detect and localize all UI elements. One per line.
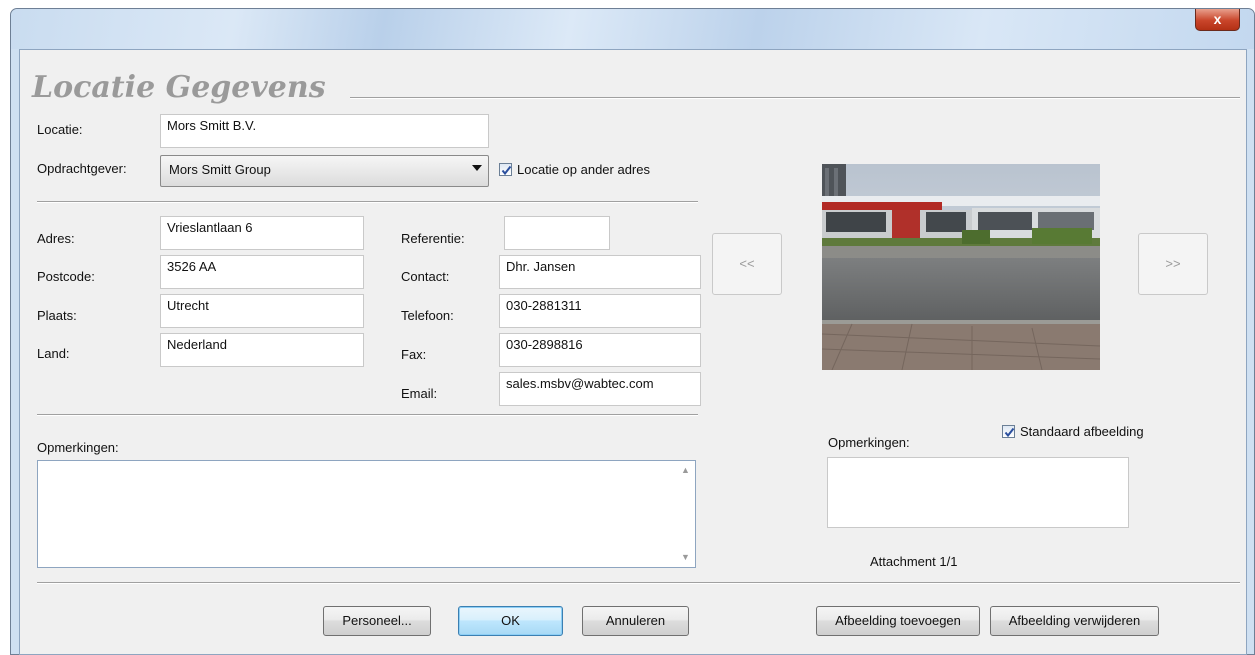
vertical-scrollbar[interactable]: ▲ ▼ — [677, 462, 694, 566]
title-bar: x — [11, 9, 1254, 49]
email-input[interactable]: sales.msbv@wabtec.com — [499, 372, 701, 406]
chevron-down-icon[interactable] — [472, 165, 482, 171]
fax-label: Fax: — [401, 347, 427, 362]
ok-button[interactable]: OK — [458, 606, 563, 636]
checkmark-icon — [1004, 427, 1015, 438]
postcode-label: Postcode: — [37, 269, 95, 284]
divider — [37, 414, 698, 416]
locatie-ander-adres-label: Locatie op ander adres — [517, 162, 650, 177]
checkbox-box[interactable] — [1002, 425, 1015, 438]
scroll-up-icon[interactable]: ▲ — [677, 462, 694, 479]
contact-input[interactable]: Dhr. Jansen — [499, 255, 701, 289]
email-label: Email: — [401, 386, 438, 401]
checkbox-box[interactable] — [499, 163, 512, 176]
previous-image-button[interactable]: << — [712, 233, 782, 295]
telefoon-label: Telefoon: — [401, 308, 454, 323]
checkmark-icon — [501, 165, 512, 176]
plaats-label: Plaats: — [37, 308, 77, 323]
dialog-client: Locatie Gegevens Locatie: Mors Smitt B.V… — [19, 49, 1247, 655]
page-title: Locatie Gegevens — [32, 70, 326, 105]
contact-label: Contact: — [401, 269, 450, 284]
footer-divider — [37, 582, 1240, 584]
plaats-input[interactable]: Utrecht — [160, 294, 364, 328]
opdrachtgever-label: Opdrachtgever: — [37, 161, 127, 176]
opmerkingen-label: Opmerkingen: — [37, 440, 119, 455]
land-label: Land: — [37, 346, 70, 361]
close-button[interactable]: x — [1195, 9, 1240, 31]
standaard-afbeelding-label: Standaard afbeelding — [1020, 424, 1144, 439]
postcode-input[interactable]: 3526 AA — [160, 255, 364, 289]
locatie-ander-adres-checkbox[interactable]: Locatie op ander adres — [499, 162, 650, 177]
telefoon-input[interactable]: 030-2881311 — [499, 294, 701, 328]
standaard-afbeelding-checkbox[interactable]: Standaard afbeelding — [1002, 424, 1144, 439]
adres-label: Adres: — [37, 231, 75, 246]
opmerkingen-textarea[interactable]: ▲ ▼ — [37, 460, 696, 568]
referentie-input[interactable] — [504, 216, 610, 250]
opdrachtgever-select[interactable]: Mors Smitt Group — [160, 155, 489, 187]
location-photo — [822, 164, 1100, 370]
locatie-label: Locatie: — [37, 122, 83, 137]
divider — [37, 201, 698, 203]
opdrachtgever-value: Mors Smitt Group — [169, 162, 271, 177]
title-divider — [350, 97, 1240, 99]
attachment-counter: Attachment 1/1 — [870, 554, 958, 569]
scroll-down-icon[interactable]: ▼ — [677, 549, 694, 566]
adres-input[interactable]: Vrieslantlaan 6 — [160, 216, 364, 250]
afbeelding-verwijderen-button[interactable]: Afbeelding verwijderen — [990, 606, 1159, 636]
dialog-window: x Locatie Gegevens Locatie: Mors Smitt B… — [10, 8, 1255, 655]
locatie-input[interactable]: Mors Smitt B.V. — [160, 114, 489, 148]
close-icon: x — [1213, 11, 1222, 27]
fax-input[interactable]: 030-2898816 — [499, 333, 701, 367]
next-image-button[interactable]: >> — [1138, 233, 1208, 295]
image-opmerkingen-label: Opmerkingen: — [828, 435, 910, 450]
building-photo-image — [822, 164, 1100, 370]
afbeelding-toevoegen-button[interactable]: Afbeelding toevoegen — [816, 606, 980, 636]
land-input[interactable]: Nederland — [160, 333, 364, 367]
referentie-label: Referentie: — [401, 231, 465, 246]
image-opmerkingen-textarea[interactable] — [827, 457, 1129, 528]
annuleren-button[interactable]: Annuleren — [582, 606, 689, 636]
personeel-button[interactable]: Personeel... — [323, 606, 431, 636]
